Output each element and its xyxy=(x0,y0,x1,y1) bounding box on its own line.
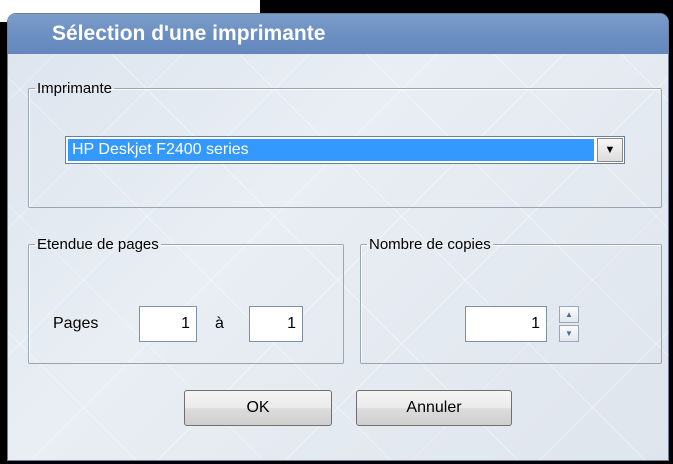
pages-label: Pages xyxy=(53,315,99,332)
page-to-input[interactable]: 1 xyxy=(249,306,303,342)
page-range-group: Etendue de pages Pages 1 à 1 xyxy=(28,236,344,364)
copies-group: Nombre de copies 1 ▲ ▼ xyxy=(360,236,662,364)
copies-legend: Nombre de copies xyxy=(369,236,491,253)
arrow-down-icon[interactable]: ▼ xyxy=(559,325,579,342)
printer-dropdown[interactable]: HP Deskjet F2400 series ▼ xyxy=(65,136,625,164)
dialog-title: Sélection d'une imprimante xyxy=(8,14,668,54)
ok-button[interactable]: OK xyxy=(184,390,332,426)
copies-spinner: ▲ ▼ xyxy=(559,306,579,342)
copies-input[interactable]: 1 xyxy=(465,306,547,342)
cancel-button[interactable]: Annuler xyxy=(356,390,512,426)
printer-selection-dialog: Sélection d'une imprimante Imprimante HP… xyxy=(8,14,668,460)
page-from-input[interactable]: 1 xyxy=(139,306,197,342)
page-to-label: à xyxy=(215,315,224,332)
arrow-up-icon[interactable]: ▲ xyxy=(559,306,579,323)
page-range-legend: Etendue de pages xyxy=(37,236,159,253)
printer-group-legend: Imprimante xyxy=(37,80,113,97)
chevron-down-icon[interactable]: ▼ xyxy=(597,138,623,162)
printer-group: Imprimante HP Deskjet F2400 series ▼ xyxy=(28,80,662,208)
printer-dropdown-value: HP Deskjet F2400 series xyxy=(68,139,594,161)
